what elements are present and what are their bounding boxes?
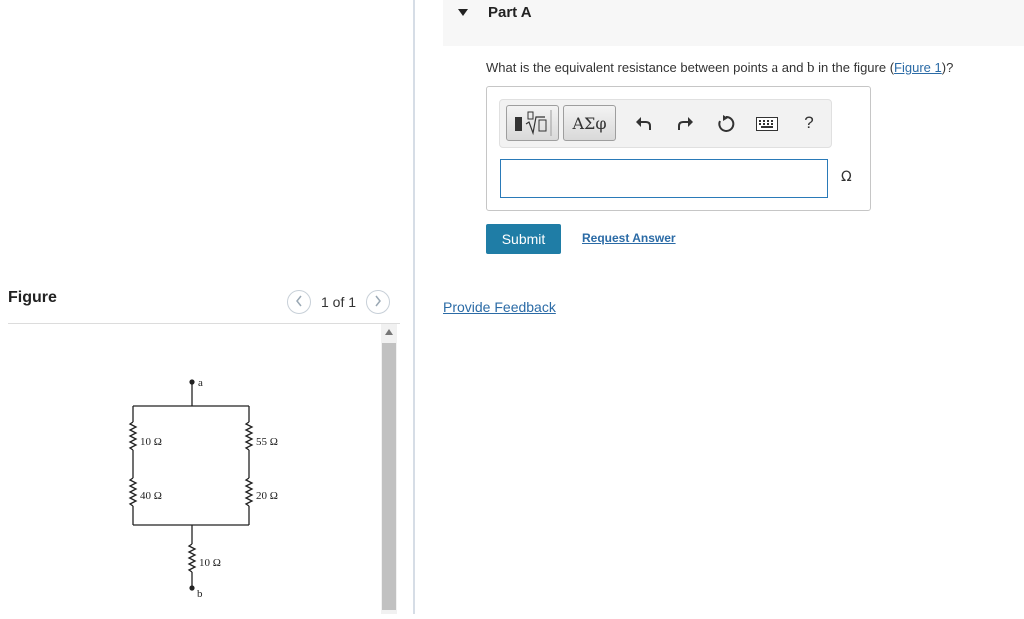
provide-feedback-link[interactable]: Provide Feedback (443, 299, 556, 315)
figure-panel: Figure 1 of 1 a b 10 Ω 40 Ω 55 Ω 20 Ω 10… (0, 0, 413, 614)
templates-button[interactable] (506, 105, 559, 141)
figure-link[interactable]: Figure 1 (894, 60, 942, 75)
resistor-label-left-bottom: 40 Ω (140, 490, 162, 502)
help-button[interactable]: ? (798, 112, 820, 134)
node-a-dot (189, 379, 195, 385)
figure-scrollbar[interactable] (381, 324, 397, 614)
answer-input[interactable] (500, 159, 828, 198)
chevron-right-icon (374, 294, 382, 310)
resistor-label-left-top: 10 Ω (140, 436, 162, 448)
figure-title: Figure (8, 289, 57, 306)
figure-pager: 1 of 1 (287, 289, 391, 315)
question-text-end: )? (941, 60, 954, 75)
caret-down-icon[interactable] (458, 9, 468, 16)
node-b-dot (189, 585, 195, 591)
next-figure-button[interactable] (366, 290, 391, 314)
unit-label: Ω (841, 169, 852, 185)
question-text-after: in the figure ( (814, 60, 895, 75)
templates-radical-icon (507, 110, 558, 144)
question-text-start: What is the equivalent resistance betwee… (486, 60, 772, 75)
panel-divider (413, 0, 415, 614)
circuit-diagram: a b 10 Ω 40 Ω 55 Ω 20 Ω 10 Ω (128, 377, 278, 600)
symbols-button[interactable]: ΑΣφ (563, 105, 616, 141)
figure-image-area: a b 10 Ω 40 Ω 55 Ω 20 Ω 10 Ω (8, 324, 380, 614)
undo-icon[interactable] (633, 113, 655, 135)
part-title[interactable]: Part A (488, 4, 532, 21)
keyboard-icon[interactable] (756, 113, 778, 135)
point-b-variable: b (807, 60, 815, 76)
node-a-label: a (198, 377, 203, 389)
resistor-label-bottom: 10 Ω (199, 557, 221, 569)
resistor-label-right-bottom: 20 Ω (256, 490, 278, 502)
scroll-up-arrow-icon[interactable] (381, 324, 397, 340)
question-text-middle: and (778, 60, 808, 75)
redo-icon[interactable] (674, 113, 696, 135)
request-answer-link[interactable]: Request Answer (582, 231, 676, 245)
node-b-label: b (197, 588, 203, 600)
resistor-label-right-top: 55 Ω (256, 436, 278, 448)
prev-figure-button[interactable] (287, 290, 311, 314)
scroll-thumb[interactable] (382, 343, 396, 610)
chevron-left-icon (295, 294, 303, 310)
pager-count: 1 of 1 (321, 294, 357, 310)
submit-button[interactable]: Submit (486, 224, 561, 254)
question-text: What is the equivalent resistance betwee… (486, 60, 953, 77)
reset-icon[interactable] (715, 113, 737, 135)
